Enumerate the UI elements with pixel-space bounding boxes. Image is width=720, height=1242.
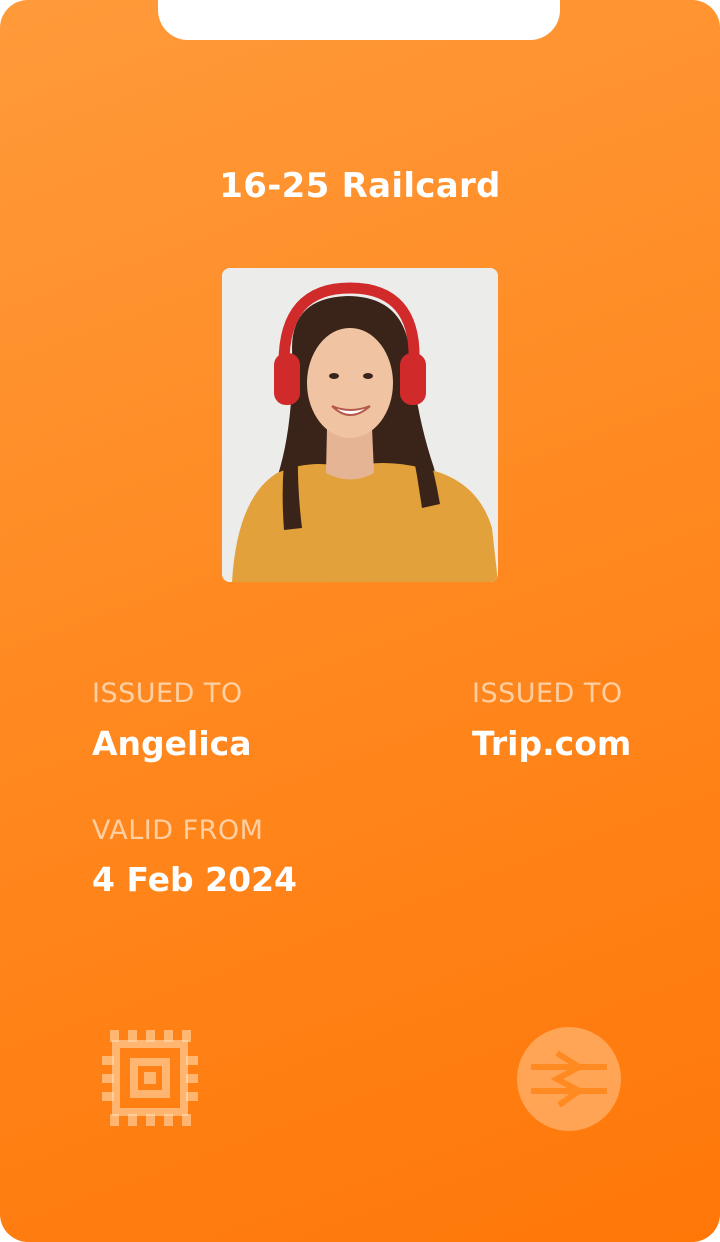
railcard: 16-25 Railcard ISSUED TO Angelica ISSUED… (0, 0, 720, 1242)
issued-by-value: Trip.com (472, 724, 632, 763)
national-rail-logo-icon (517, 1027, 621, 1131)
chip-icon (102, 1030, 198, 1126)
issued-to-label: ISSUED TO (92, 678, 243, 709)
valid-from-label: VALID FROM (92, 815, 264, 846)
card-title: 16-25 Railcard (219, 166, 501, 206)
issued-by-label: ISSUED TO (472, 678, 623, 709)
valid-from-date: 4 Feb 2024 (92, 860, 297, 899)
card-notch (158, 0, 560, 40)
issued-to-name: Angelica (92, 724, 252, 763)
cardholder-photo (222, 268, 498, 582)
